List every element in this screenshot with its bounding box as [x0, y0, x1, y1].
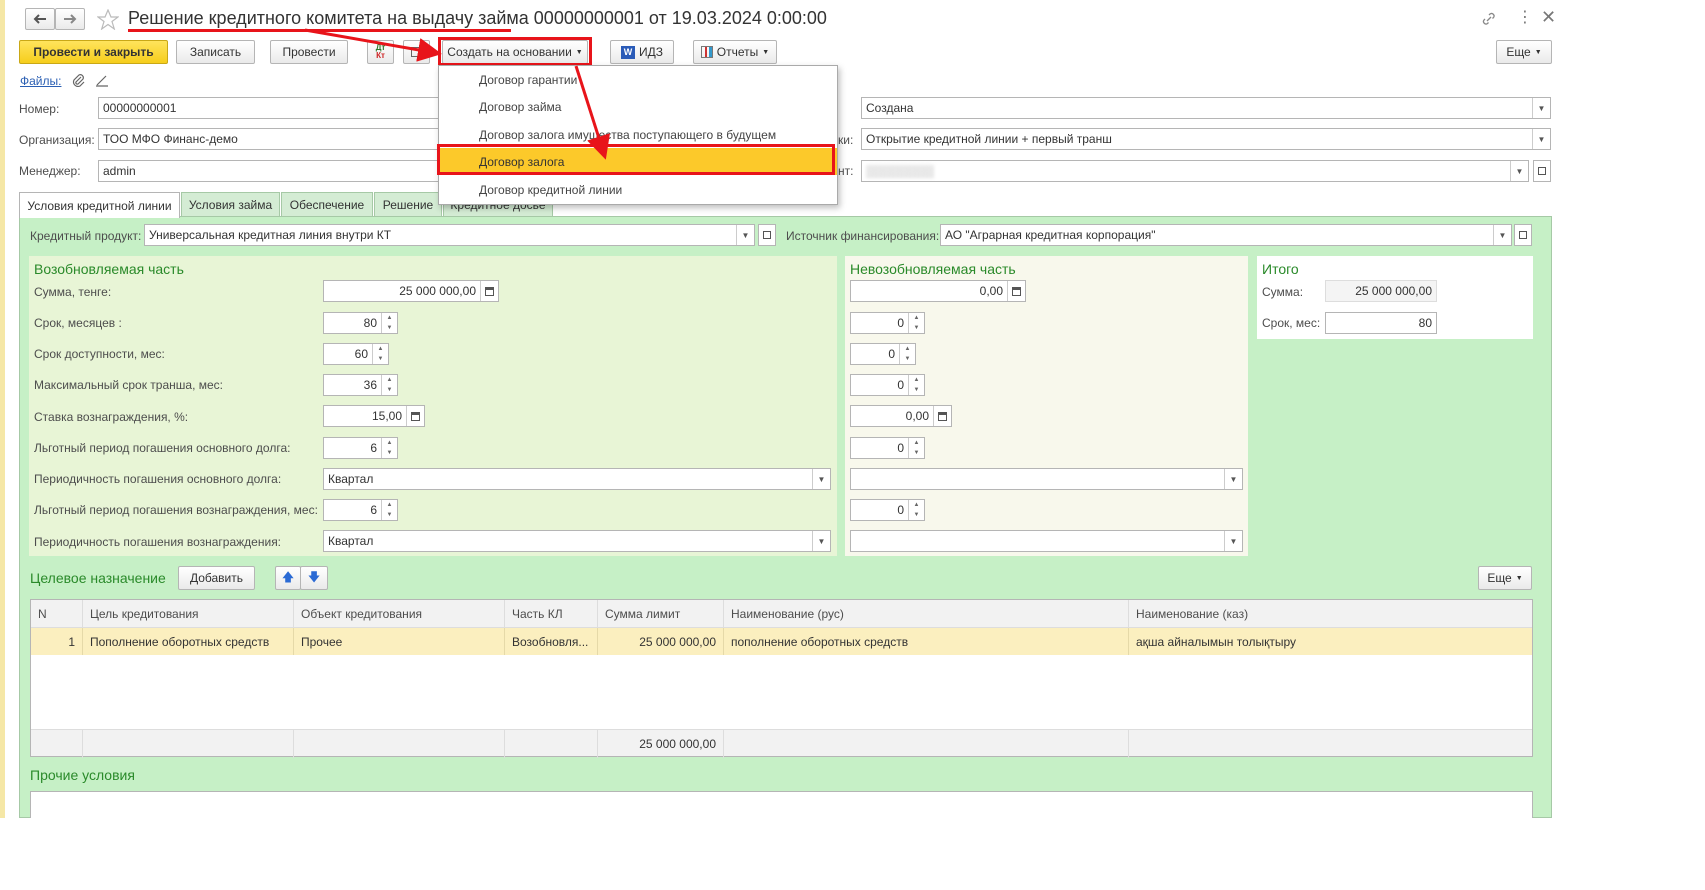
arrow-title-to-button — [304, 28, 442, 62]
arrow-button-to-pledge — [574, 65, 610, 160]
annotation-arrows — [304, 28, 610, 160]
